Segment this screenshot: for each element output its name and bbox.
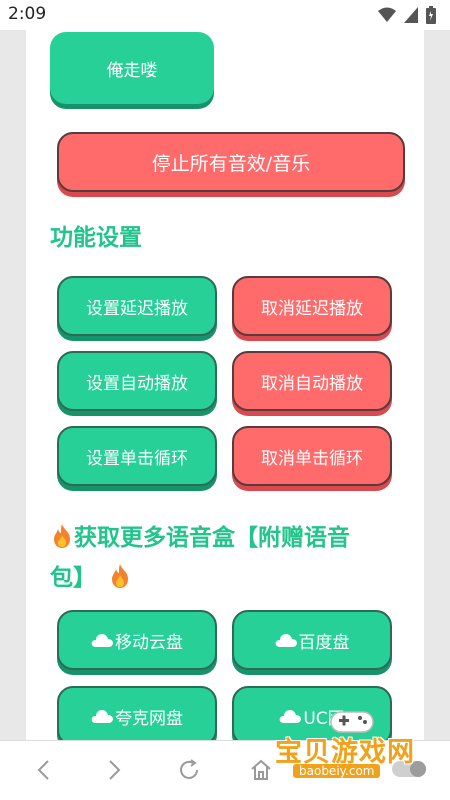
stop-all-sounds-label: 停止所有音效/音乐: [151, 152, 311, 175]
forward-button[interactable]: [100, 755, 130, 785]
set-delay-label: 设置延迟播放: [86, 298, 188, 319]
set-loop-label: 设置单击循环: [86, 448, 188, 469]
function-settings-title: 功能设置: [50, 225, 142, 251]
cancel-delay-button[interactable]: 取消延迟播放: [232, 276, 392, 336]
signal-icon: [404, 7, 418, 23]
back-icon: [37, 760, 49, 780]
quark-pan-button[interactable]: 夸克网盘: [57, 686, 217, 740]
refresh-icon: [180, 759, 198, 779]
fire-icon: [54, 524, 70, 548]
more-boxes-title-line2: 包】: [50, 565, 96, 591]
back-button[interactable]: [28, 755, 58, 785]
status-time: 2:09: [8, 4, 47, 24]
cloud-icon: [91, 634, 113, 647]
cancel-loop-label: 取消单击循环: [261, 448, 363, 469]
mobile-cloud-button[interactable]: 移动云盘: [57, 610, 217, 670]
set-loop-button[interactable]: 设置单击循环: [57, 426, 217, 486]
wifi-icon: [378, 7, 396, 22]
baidu-pan-label: 百度盘: [298, 632, 350, 653]
set-autoplay-button[interactable]: 设置自动播放: [57, 351, 217, 411]
cancel-delay-label: 取消延迟播放: [261, 298, 363, 319]
home-button[interactable]: [246, 755, 276, 785]
quark-pan-label: 夸克网盘: [115, 708, 183, 729]
refresh-button[interactable]: [174, 755, 204, 785]
watermark: 宝贝游戏网 baobeiy.com: [275, 706, 425, 784]
leave-button-label: 俺走喽: [106, 60, 158, 81]
cloud-icon: [275, 634, 297, 647]
more-boxes-title: 获取更多语音盒【附赠语音 包】: [50, 518, 420, 598]
forward-icon: [109, 760, 121, 780]
cloud-icon: [91, 710, 113, 723]
watermark-url: baobeiy.com: [293, 764, 381, 778]
set-autoplay-label: 设置自动播放: [86, 373, 188, 394]
cancel-loop-button[interactable]: 取消单击循环: [232, 426, 392, 486]
stop-all-sounds-button[interactable]: 停止所有音效/音乐: [57, 132, 405, 192]
set-delay-button[interactable]: 设置延迟播放: [57, 276, 217, 336]
fire-icon: [112, 564, 129, 588]
left-gutter: [0, 30, 26, 740]
home-icon: [251, 759, 271, 780]
status-icons: [378, 6, 436, 24]
cancel-autoplay-label: 取消自动播放: [261, 373, 363, 394]
content-page[interactable]: 俺走喽 停止所有音效/音乐 功能设置 设置延迟播放 取消延迟播放 设置自动播放 …: [26, 30, 424, 740]
cancel-autoplay-button[interactable]: 取消自动播放: [232, 351, 392, 411]
status-bar: 2:09: [0, 0, 450, 30]
baidu-pan-button[interactable]: 百度盘: [232, 610, 392, 670]
right-gutter: [424, 30, 450, 740]
leave-button[interactable]: 俺走喽: [50, 32, 214, 104]
mobile-cloud-label: 移动云盘: [115, 632, 183, 653]
more-boxes-title-line1: 获取更多语音盒【附赠语音: [74, 525, 350, 551]
battery-icon: [426, 6, 436, 24]
